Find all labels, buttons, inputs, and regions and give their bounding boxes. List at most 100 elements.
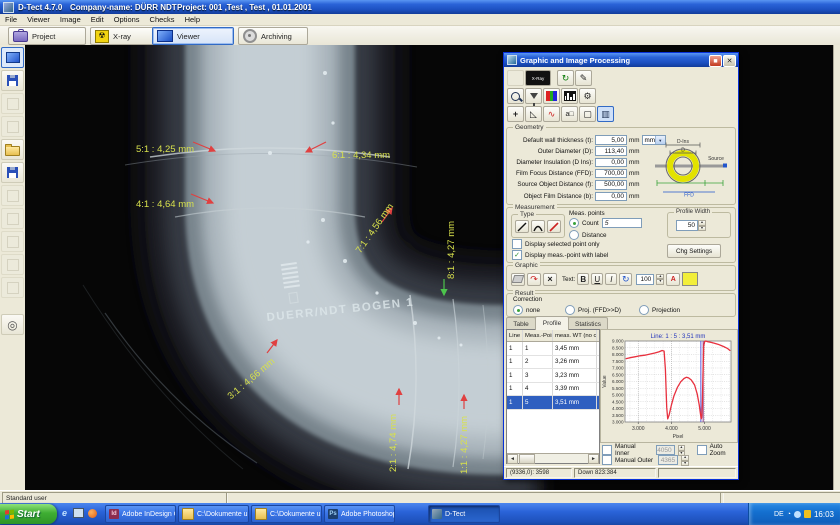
correction-proj-ffd-radio[interactable] <box>565 305 575 315</box>
count-radio[interactable] <box>569 218 579 228</box>
taskbar-window-2[interactable]: C:\Dokumente und E... <box>178 505 249 523</box>
redo-arrow-icon[interactable]: ↷ <box>527 273 541 286</box>
sidebar-button-blank[interactable] <box>1 254 24 275</box>
viewer-button[interactable]: Viewer <box>152 27 234 45</box>
table-row[interactable]: 153,51 mm <box>507 396 599 410</box>
wall-thickness-annotation[interactable]: 5:1 : 4,25 mm <box>136 144 194 155</box>
table-row[interactable]: 123,26 mm <box>507 356 599 370</box>
taskbar-window-1[interactable]: IdAdobe InDesign CS3 <box>105 505 176 523</box>
network-tray-icon[interactable] <box>794 511 801 518</box>
bold-button[interactable]: B <box>577 273 589 285</box>
angle-tool-icon[interactable]: ◺ <box>525 106 542 122</box>
xray-mode-button[interactable]: X-Ray <box>525 70 551 86</box>
gear-tools-icon[interactable]: ⚙ <box>579 88 596 104</box>
wall-thickness-annotation[interactable]: 8:1 : 4,27 mm <box>446 221 457 279</box>
manual-outer-checkbox[interactable] <box>602 455 612 465</box>
table-row[interactable]: 113,45 mm <box>507 342 599 356</box>
geometry-row-input[interactable]: 0,00 <box>595 158 627 168</box>
underline-button[interactable]: U <box>591 273 603 285</box>
taskbar-window-3[interactable]: C:\Dokumente und E... <box>251 505 322 523</box>
profile-curve-icon[interactable]: ∿ <box>543 106 560 122</box>
sidebar-button-blank[interactable] <box>1 277 24 298</box>
line-tool-icon[interactable] <box>515 220 529 233</box>
taskbar-window-5[interactable]: D-Tect <box>428 505 500 523</box>
sidebar-button-save[interactable] <box>1 70 24 91</box>
font-size-input[interactable]: 100 <box>636 274 654 285</box>
italic-button[interactable]: I <box>605 273 617 285</box>
tab-profile[interactable]: Profile <box>535 316 569 330</box>
menu-item-viewer[interactable]: Viewer <box>22 15 55 24</box>
filmstrip-icon[interactable]: ▥ <box>597 106 614 122</box>
dock-button[interactable]: ■ <box>709 55 722 67</box>
display-with-label-checkbox[interactable]: ✓ <box>512 250 522 260</box>
scroll-thumb[interactable] <box>519 454 535 464</box>
sidebar-button-blank[interactable] <box>1 93 24 114</box>
chg-settings-button[interactable]: Chg Settings <box>667 244 721 258</box>
manual-inner-spinner[interactable]: ▲▼ <box>678 445 685 455</box>
quicklaunch-firefox-icon[interactable] <box>86 506 99 520</box>
sidebar-button-target[interactable]: ◎ <box>1 314 24 335</box>
histogram-icon[interactable] <box>561 88 578 104</box>
geometry-row-input[interactable]: 500,00 <box>595 180 627 190</box>
manual-outer-spinner[interactable]: ▲▼ <box>681 455 689 465</box>
menu-item-help[interactable]: Help <box>180 15 205 24</box>
menu-item-options[interactable]: Options <box>109 15 145 24</box>
rgb-channels-icon[interactable] <box>543 88 560 104</box>
sidebar-button-save-as[interactable] <box>1 162 24 183</box>
scroll-left-icon[interactable]: ◄ <box>507 454 518 464</box>
eraser-icon[interactable] <box>511 273 525 286</box>
display-selected-only-checkbox[interactable] <box>512 239 522 249</box>
sidebar-button-blank[interactable] <box>1 185 24 206</box>
sidebar-button-blank[interactable] <box>1 208 24 229</box>
start-button[interactable]: Start <box>0 504 57 524</box>
wall-thickness-annotation[interactable]: 6:1 : 4,34 mm <box>332 150 390 161</box>
table-hscrollbar[interactable]: ◄ ► <box>507 453 599 463</box>
filter-funnel-icon[interactable] <box>525 88 542 104</box>
delete-x-icon[interactable]: × <box>543 273 557 286</box>
correction-projection-radio[interactable] <box>639 305 649 315</box>
sidebar-button-blank[interactable] <box>1 116 24 137</box>
menu-item-edit[interactable]: Edit <box>86 15 109 24</box>
wall-thickness-annotation[interactable]: 1:1 : 4,27 mm <box>459 416 470 474</box>
profile-width-spinner[interactable]: ▲▼ <box>698 220 706 231</box>
graphic-image-processing-dialog[interactable]: Graphic and Image Processing ■ ✕ X-Ray ↻… <box>503 52 739 480</box>
geometry-row-input[interactable]: 700,00 <box>595 169 627 179</box>
table-row[interactable]: 133,23 mm <box>507 369 599 383</box>
wall-thickness-annotation[interactable]: 4:1 : 4,64 mm <box>136 199 194 210</box>
scroll-right-icon[interactable]: ► <box>588 454 599 464</box>
manual-inner-input[interactable]: 4050 <box>656 445 675 455</box>
dialog-titlebar[interactable]: Graphic and Image Processing ■ ✕ <box>504 53 738 67</box>
move-cross-icon[interactable]: + <box>507 106 524 122</box>
quicklaunch-ie-icon[interactable]: e <box>58 506 71 520</box>
zoom-in-icon[interactable] <box>507 88 524 104</box>
color-swatch-yellow[interactable] <box>682 272 698 286</box>
measurement-table[interactable]: ◄ ► LineMeas.-Pointmeas. WT (no cor.)113… <box>506 329 600 464</box>
menu-item-image[interactable]: Image <box>55 15 86 24</box>
manual-inner-checkbox[interactable] <box>602 445 612 455</box>
menu-item-file[interactable]: File <box>0 15 22 24</box>
font-color-icon[interactable]: A <box>666 273 680 286</box>
table-row[interactable]: 143,39 mm <box>507 383 599 397</box>
text-note-icon[interactable]: a□ <box>561 106 578 122</box>
geometry-row-input[interactable]: 5,00 <box>595 135 627 145</box>
sidebar-button-viewer-active[interactable] <box>1 47 24 68</box>
archiving-button[interactable]: Archiving <box>238 27 308 45</box>
shield-tray-icon[interactable] <box>804 510 811 518</box>
language-indicator[interactable]: DE <box>774 511 784 518</box>
geometry-row-input[interactable]: 113,40 <box>595 146 627 156</box>
project-button[interactable]: Project <box>8 27 86 45</box>
menu-item-checks[interactable]: Checks <box>145 15 180 24</box>
arc-tool-icon[interactable] <box>531 220 545 233</box>
close-icon[interactable]: ✕ <box>723 55 736 67</box>
edit-pen-icon[interactable]: ✎ <box>575 70 592 86</box>
clock-tray-icon[interactable]: ◔ <box>787 511 791 518</box>
count-input[interactable]: 5 <box>602 218 642 228</box>
refresh-icon[interactable]: ↻ <box>557 70 574 86</box>
quicklaunch-desktop-icon[interactable] <box>72 506 85 520</box>
geometry-row-input[interactable]: 0,00 <box>595 192 627 202</box>
font-size-spinner[interactable]: ▲▼ <box>656 274 664 285</box>
taskbar-window-4[interactable]: PsAdobe Photoshop CS... <box>324 505 395 523</box>
correction-none-radio[interactable] <box>513 305 523 315</box>
rotate-text-icon[interactable]: ↻ <box>619 273 632 286</box>
red-line-tool-icon[interactable] <box>547 220 561 233</box>
